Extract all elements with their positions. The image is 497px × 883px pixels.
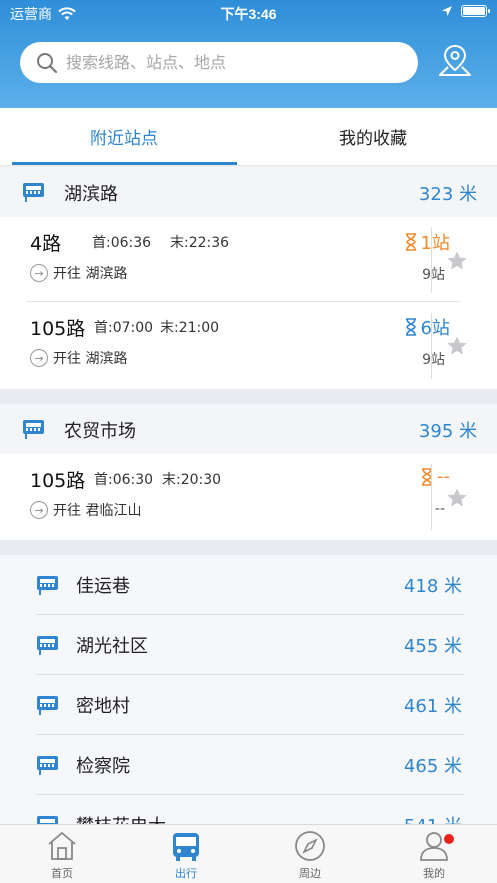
hourglass-icon [405,233,416,251]
station-header[interactable]: 湖滨路 323 米 [0,167,497,217]
bus-stop-icon [37,636,58,655]
list-item[interactable]: 湖光社区 455 米 [36,615,464,675]
station-name: 检察院 [76,756,130,777]
location-arrow-icon [442,6,452,16]
route-total-stops: 9站 [422,352,445,368]
status-bar: 运营商 下午3:46 [0,0,497,26]
favorite-star-icon[interactable] [446,335,468,357]
route-row[interactable]: 105路 首:07:00 末:21:00 6站 → 开往 湖滨路 9站 [30,304,460,388]
tab-active-indicator [12,162,237,165]
tab-label: 出行 [175,867,197,880]
tab-favorites[interactable]: 我的收藏 [249,124,497,149]
station-header[interactable]: 农贸市场 395 米 [0,404,497,454]
route-direction: → 开往 湖滨路 [30,348,127,368]
arrival-info: 6站 [404,314,450,340]
hourglass-icon [405,318,416,336]
route-direction: → 开往 君临江山 [30,500,141,520]
arrival-info: -- [420,466,450,487]
divider [431,464,432,530]
station-distance: 395 米 [418,421,477,442]
station-distance: 418 米 [403,576,462,597]
route-last-bus: 末:21:00 [160,320,220,336]
bus-stop-icon [23,183,44,202]
bus-stop-icon [23,420,44,439]
tab-label: 周边 [299,867,321,880]
station-name: 佳运巷 [76,576,130,597]
nearby-stations-list: 佳运巷 418 米 湖光社区 455 米 密地村 461 米 检察院 465 米 [0,555,497,855]
station-name: 密地村 [76,696,130,717]
tab-nearby[interactable]: 周边 [248,829,372,881]
station-distance: 323 米 [418,184,477,205]
tab-travel[interactable]: 出行 [124,829,248,881]
route-name: 105路 [30,470,86,492]
favorite-star-icon[interactable] [446,487,468,509]
tab-mine[interactable]: 我的 [372,829,496,881]
search-bar[interactable] [20,42,418,83]
status-time: 下午3:46 [220,6,277,22]
search-input[interactable] [66,53,386,72]
section-gap [0,389,497,404]
route-first-bus: 首:06:30 [94,472,154,488]
bus-stop-icon [37,756,58,775]
list-item[interactable]: 佳运巷 418 米 [36,555,464,615]
station-routes-card: 105路 首:06:30 末:20:30 -- → 开往 君临江山 -- [0,454,497,540]
route-row[interactable]: 105路 首:06:30 末:20:30 -- → 开往 君临江山 -- [30,456,460,540]
list-item[interactable]: 密地村 461 米 [36,675,464,735]
list-item[interactable]: 检察院 465 米 [36,735,464,795]
station-name: 农贸市场 [64,421,136,442]
station-name: 湖滨路 [64,184,118,205]
route-first-bus: 首:06:36 [92,235,152,251]
station-distance: 465 米 [403,756,462,777]
header: 运营商 下午3:46 [0,0,497,108]
tab-label: 我的 [423,867,445,880]
bus-stop-icon [37,576,58,595]
route-last-bus: 末:20:30 [162,472,222,488]
tab-label: 首页 [51,867,73,880]
arrow-right-icon: → [30,501,48,519]
route-total-stops: 9站 [422,267,445,283]
notification-badge [444,834,454,844]
arrival-stops: -- [437,466,450,487]
route-row[interactable]: 4路 首:06:36 末:22:36 1站 → 开往 湖滨路 9站 [30,219,460,303]
route-first-bus: 首:07:00 [94,320,154,336]
divider [26,301,460,302]
divider [431,227,432,293]
section-gap [0,540,497,555]
station-distance: 455 米 [403,636,462,657]
segment-tabs: 附近站点 我的收藏 [0,108,497,166]
arrival-info: 1站 [404,229,450,255]
station-routes-card: 4路 首:06:36 末:22:36 1站 → 开往 湖滨路 9站 105路 首… [0,217,497,389]
favorite-star-icon[interactable] [446,250,468,272]
home-icon [48,831,76,860]
route-name: 105路 [30,318,86,340]
direction-text: 开往 湖滨路 [53,266,128,282]
search-icon [37,52,58,73]
route-last-bus: 末:22:36 [170,235,230,251]
station-name: 湖光社区 [76,636,148,657]
arrow-right-icon: → [30,349,48,367]
map-location-icon[interactable] [436,42,474,80]
compass-icon [295,831,325,861]
direction-text: 开往 君临江山 [53,503,142,519]
status-right [441,5,490,17]
station-distance: 461 米 [403,696,462,717]
route-direction: → 开往 湖滨路 [30,263,127,283]
divider [431,313,432,379]
route-total-stops: -- [434,501,445,517]
bottom-tab-bar: 首页 出行 周边 我的 [0,824,497,883]
arrow-right-icon: → [30,264,48,282]
direction-text: 开往 湖滨路 [53,351,128,367]
tab-nearby-stations[interactable]: 附近站点 [0,124,248,149]
bus-stop-icon [37,696,58,715]
bus-icon [173,833,199,861]
tab-home[interactable]: 首页 [0,829,124,881]
route-name: 4路 [30,233,62,255]
battery-icon [461,5,490,17]
